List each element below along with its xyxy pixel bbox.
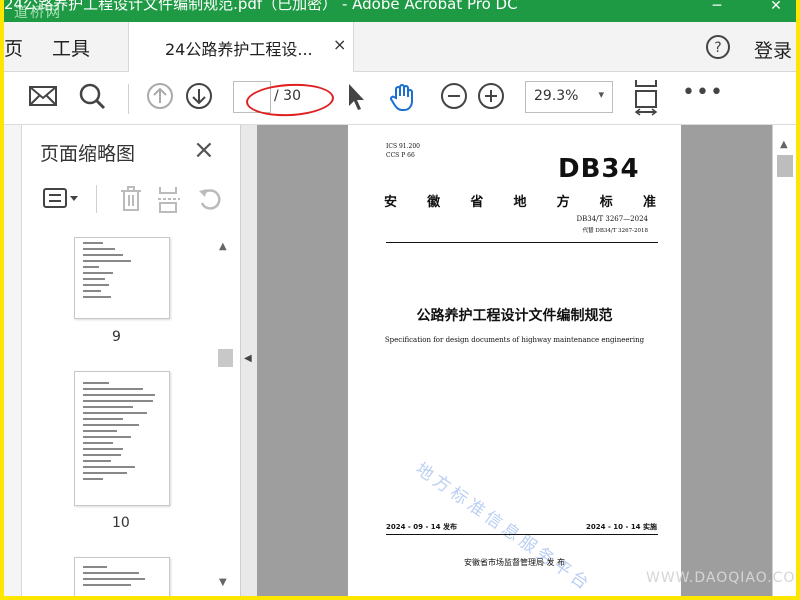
divider-line bbox=[386, 534, 658, 535]
page-thumbnails-panel: 页面缩略图 × 9 10 ▲ ▼ bbox=[22, 125, 241, 596]
scroll-thumb[interactable] bbox=[777, 155, 793, 177]
rotate-icon[interactable] bbox=[196, 185, 224, 217]
more-tools-button[interactable]: ••• bbox=[682, 80, 724, 105]
scroll-down-arrow[interactable]: ▼ bbox=[219, 577, 227, 588]
ccs-line: CCS P 66 bbox=[386, 152, 415, 159]
panel-title: 页面缩略图 bbox=[40, 143, 136, 165]
category-char: 准 bbox=[642, 195, 656, 210]
document-title-english: Specification for design documents of hi… bbox=[384, 336, 645, 344]
partial-icon bbox=[4, 88, 6, 112]
menu-home[interactable]: 页 bbox=[4, 34, 23, 61]
category-char: 省 bbox=[470, 195, 484, 210]
toolbar: / 30 29.3% ▾ ••• bbox=[4, 72, 796, 125]
document-scrollbar[interactable]: ▲ bbox=[772, 125, 796, 596]
hand-tool-icon[interactable] bbox=[388, 82, 418, 116]
document-tab[interactable]: 24公路养护工程设... × bbox=[128, 22, 354, 72]
site-watermark: WWW.DAOQIAO.COM bbox=[646, 570, 796, 586]
ics-line: ICS 91.200 bbox=[386, 143, 420, 150]
help-icon[interactable]: ? bbox=[705, 34, 731, 64]
site-watermark-logo: 道桥网 bbox=[14, 5, 62, 21]
delete-page-icon[interactable] bbox=[118, 185, 144, 217]
extract-page-icon[interactable] bbox=[156, 185, 184, 217]
scroll-up-arrow[interactable]: ▲ bbox=[780, 139, 788, 150]
thumbnail-list: 9 10 bbox=[22, 237, 216, 596]
email-icon[interactable] bbox=[28, 82, 58, 114]
divider-line bbox=[386, 242, 658, 243]
chevron-down-icon: ▾ bbox=[598, 88, 604, 101]
select-cursor-icon[interactable] bbox=[346, 82, 366, 116]
zoom-value: 29.3% bbox=[534, 88, 579, 104]
login-button[interactable]: 登录 bbox=[754, 36, 792, 63]
panel-collapse-strip[interactable]: ◀ bbox=[241, 125, 257, 596]
left-tool-strip bbox=[4, 125, 22, 596]
db-mark: DB34 bbox=[558, 154, 640, 184]
document-title: 公路养护工程设计文件编制规范 bbox=[416, 308, 613, 324]
zoom-in-icon[interactable] bbox=[477, 82, 505, 114]
window-title: 24公路养护工程设计文件编制规范.pdf（已加密） - Adobe Acroba… bbox=[4, 0, 518, 13]
tab-label: 24公路养护工程设... bbox=[165, 40, 313, 59]
replaces-standard: 代替 DB34/T 3267-2018 bbox=[582, 228, 648, 234]
thumbnail-label: 9 bbox=[112, 329, 121, 345]
zoom-out-icon[interactable] bbox=[440, 82, 468, 114]
category-char: 地 bbox=[513, 195, 527, 210]
previous-page-icon[interactable] bbox=[146, 82, 174, 114]
standard-number: DB34/T 3267—2024 bbox=[576, 215, 648, 223]
effective-date: 2024 - 10 - 14 实施 bbox=[586, 523, 657, 531]
toolbar-divider bbox=[128, 84, 129, 114]
standard-category: 安 徽 省 地 方 标 准 bbox=[384, 191, 656, 210]
tab-close-button[interactable]: × bbox=[333, 35, 346, 54]
thumbnail-options-icon[interactable] bbox=[40, 185, 80, 215]
close-window-button[interactable]: ✕ bbox=[761, 0, 791, 14]
menu-bar: 页 工具 24公路养护工程设... × ? 登录 bbox=[4, 22, 796, 72]
zoom-select[interactable]: 29.3% ▾ bbox=[525, 81, 613, 113]
document-viewer: ICS 91.200 CCS P 66 DB34 安 徽 省 地 方 标 准 D… bbox=[257, 125, 772, 596]
minimize-button[interactable]: ─ bbox=[702, 0, 732, 14]
menu-tools[interactable]: 工具 bbox=[52, 34, 90, 61]
category-char: 徽 bbox=[427, 195, 441, 210]
category-char: 标 bbox=[599, 195, 613, 210]
issue-date: 2024 - 09 - 14 发布 bbox=[386, 523, 457, 531]
thumbnail-label: 10 bbox=[112, 515, 130, 531]
thumbnail-page-10[interactable] bbox=[74, 371, 170, 506]
publisher: 安徽省市场监督管理局 发 布 bbox=[463, 558, 566, 567]
search-icon[interactable] bbox=[78, 82, 106, 114]
document-page: ICS 91.200 CCS P 66 DB34 安 徽 省 地 方 标 准 D… bbox=[348, 125, 681, 596]
acrobat-window: 24公路养护工程设计文件编制规范.pdf（已加密） - Adobe Acroba… bbox=[4, 0, 796, 596]
thumbnail-scrollbar[interactable]: ▲ ▼ bbox=[216, 237, 233, 596]
fit-page-icon[interactable] bbox=[632, 78, 660, 120]
panel-tool-divider bbox=[96, 185, 97, 213]
panel-close-button[interactable]: × bbox=[193, 135, 215, 165]
thumbnail-page-11[interactable] bbox=[74, 557, 170, 596]
scroll-up-arrow[interactable]: ▲ bbox=[219, 241, 227, 252]
title-bar: 24公路养护工程设计文件编制规范.pdf（已加密） - Adobe Acroba… bbox=[4, 0, 796, 22]
scroll-thumb[interactable] bbox=[218, 349, 233, 367]
svg-text:?: ? bbox=[714, 40, 721, 56]
collapse-arrow-icon[interactable]: ◀ bbox=[244, 353, 252, 364]
category-char: 安 bbox=[384, 195, 398, 210]
category-char: 方 bbox=[556, 195, 570, 210]
ics-code: ICS 91.200 CCS P 66 bbox=[386, 142, 420, 160]
next-page-icon[interactable] bbox=[185, 82, 213, 114]
thumbnail-page-9[interactable] bbox=[74, 237, 170, 319]
